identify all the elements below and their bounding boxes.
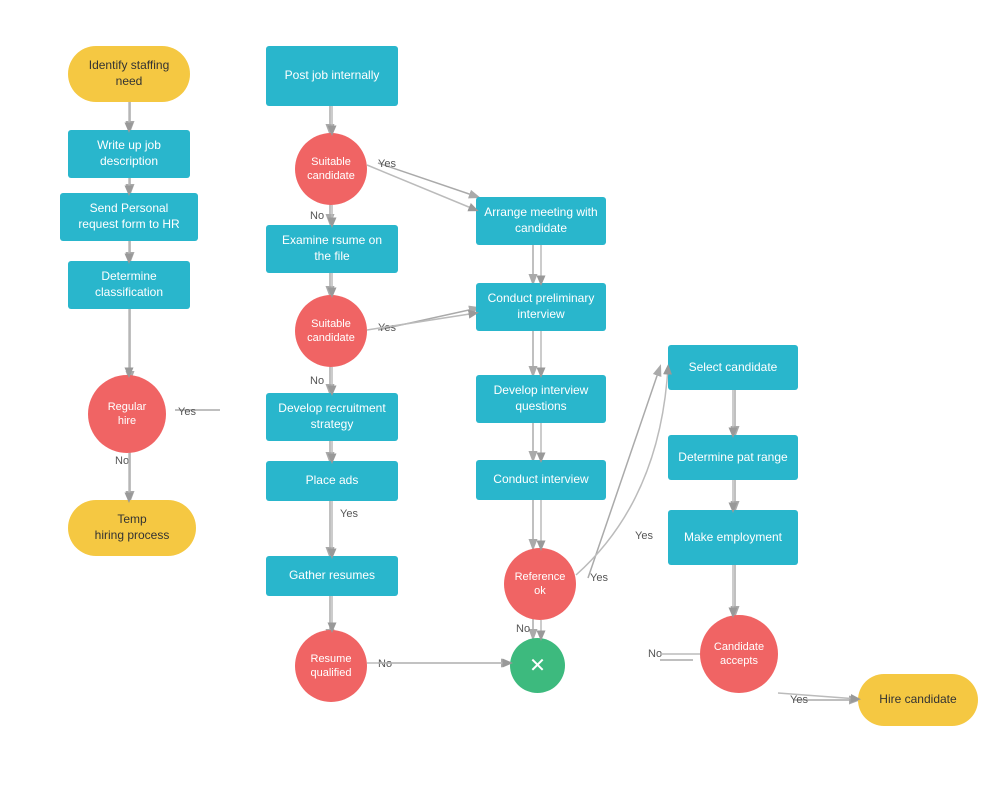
suitable2-yes-label: Yes bbox=[378, 322, 396, 334]
send-personal-label: Send Personalrequest form to HR bbox=[78, 201, 179, 232]
select-candidate-node: Select candidate bbox=[668, 345, 798, 390]
reference-ok-label: Referenceok bbox=[515, 570, 566, 599]
develop-strategy-label: Develop recruitmentstrategy bbox=[278, 401, 385, 432]
determine-pay-node: Determine pat range bbox=[668, 435, 798, 480]
make-employment-label: Make employment bbox=[684, 530, 782, 546]
determine-class-label: Determineclassification bbox=[95, 269, 163, 300]
candidate-accepts-label: Candidateaccepts bbox=[714, 640, 764, 669]
place-ads-label: Place ads bbox=[306, 473, 359, 489]
suitable2-label: Suitablecandidate bbox=[307, 317, 355, 346]
send-personal-node: Send Personalrequest form to HR bbox=[60, 193, 198, 241]
suitable1-node: Suitablecandidate bbox=[295, 133, 367, 205]
develop-questions-node: Develop interviewquestions bbox=[476, 375, 606, 423]
reference-ok-yes-label: Yes bbox=[590, 572, 608, 584]
reject-node: ✕ bbox=[510, 638, 565, 693]
regular-hire-node: Regularhire bbox=[88, 375, 166, 453]
hire-candidate-node: Hire candidate bbox=[858, 674, 978, 726]
diagram: Identify staffing need Write up jobdescr… bbox=[0, 0, 1000, 793]
resume-qualified-label: Resumequalified bbox=[311, 652, 352, 681]
suitable1-no-label: No bbox=[310, 210, 324, 222]
candidate-accepts-no-label: No bbox=[648, 648, 662, 660]
identify-staffing-label: Identify staffing need bbox=[76, 58, 182, 89]
determine-class-node: Determineclassification bbox=[68, 261, 190, 309]
make-employment-node: Make employment bbox=[668, 510, 798, 565]
resume-qualified-no-label: No bbox=[378, 658, 392, 670]
make-employment-yes-label: Yes bbox=[635, 530, 653, 542]
conduct-prelim-node: Conduct preliminaryinterview bbox=[476, 283, 606, 331]
candidate-accepts-yes-label: Yes bbox=[790, 694, 808, 706]
suitable2-no-label: No bbox=[310, 375, 324, 387]
gather-resumes-node: Gather resumes bbox=[266, 556, 398, 596]
examine-resume-label: Examine rsume onthe file bbox=[282, 233, 382, 264]
resume-qualified-node: Resumequalified bbox=[295, 630, 367, 702]
develop-questions-label: Develop interviewquestions bbox=[494, 383, 589, 414]
place-ads-node: Place ads bbox=[266, 461, 398, 501]
reference-ok-node: Referenceok bbox=[504, 548, 576, 620]
temp-hiring-node: Temphiring process bbox=[68, 500, 196, 556]
arrange-meeting-label: Arrange meeting withcandidate bbox=[484, 205, 597, 236]
suitable1-label: Suitablecandidate bbox=[307, 155, 355, 184]
develop-strategy-node: Develop recruitmentstrategy bbox=[266, 393, 398, 441]
suitable1-yes-label: Yes bbox=[378, 158, 396, 170]
determine-pay-label: Determine pat range bbox=[678, 450, 787, 466]
select-candidate-label: Select candidate bbox=[689, 360, 778, 376]
post-job-node: Post job internally bbox=[266, 46, 398, 106]
reference-ok-no-label: No bbox=[516, 623, 530, 635]
hire-candidate-label: Hire candidate bbox=[879, 692, 956, 708]
examine-resume-node: Examine rsume onthe file bbox=[266, 225, 398, 273]
regular-hire-no-label: No bbox=[115, 455, 129, 467]
reject-label: ✕ bbox=[529, 653, 546, 678]
candidate-accepts-node: Candidateaccepts bbox=[700, 615, 778, 693]
place-ads-yes-label: Yes bbox=[340, 508, 358, 520]
regular-hire-label: Regularhire bbox=[108, 400, 147, 429]
post-job-label: Post job internally bbox=[285, 68, 380, 84]
write-job-label: Write up jobdescription bbox=[97, 138, 161, 169]
temp-hiring-label: Temphiring process bbox=[95, 512, 170, 543]
conduct-interview-node: Conduct interview bbox=[476, 460, 606, 500]
arrange-meeting-node: Arrange meeting withcandidate bbox=[476, 197, 606, 245]
gather-resumes-label: Gather resumes bbox=[289, 568, 375, 584]
identify-staffing-node: Identify staffing need bbox=[68, 46, 190, 102]
regular-hire-yes-label: Yes bbox=[178, 406, 196, 418]
conduct-interview-label: Conduct interview bbox=[493, 472, 588, 488]
suitable2-node: Suitablecandidate bbox=[295, 295, 367, 367]
write-job-node: Write up jobdescription bbox=[68, 130, 190, 178]
conduct-prelim-label: Conduct preliminaryinterview bbox=[488, 291, 595, 322]
